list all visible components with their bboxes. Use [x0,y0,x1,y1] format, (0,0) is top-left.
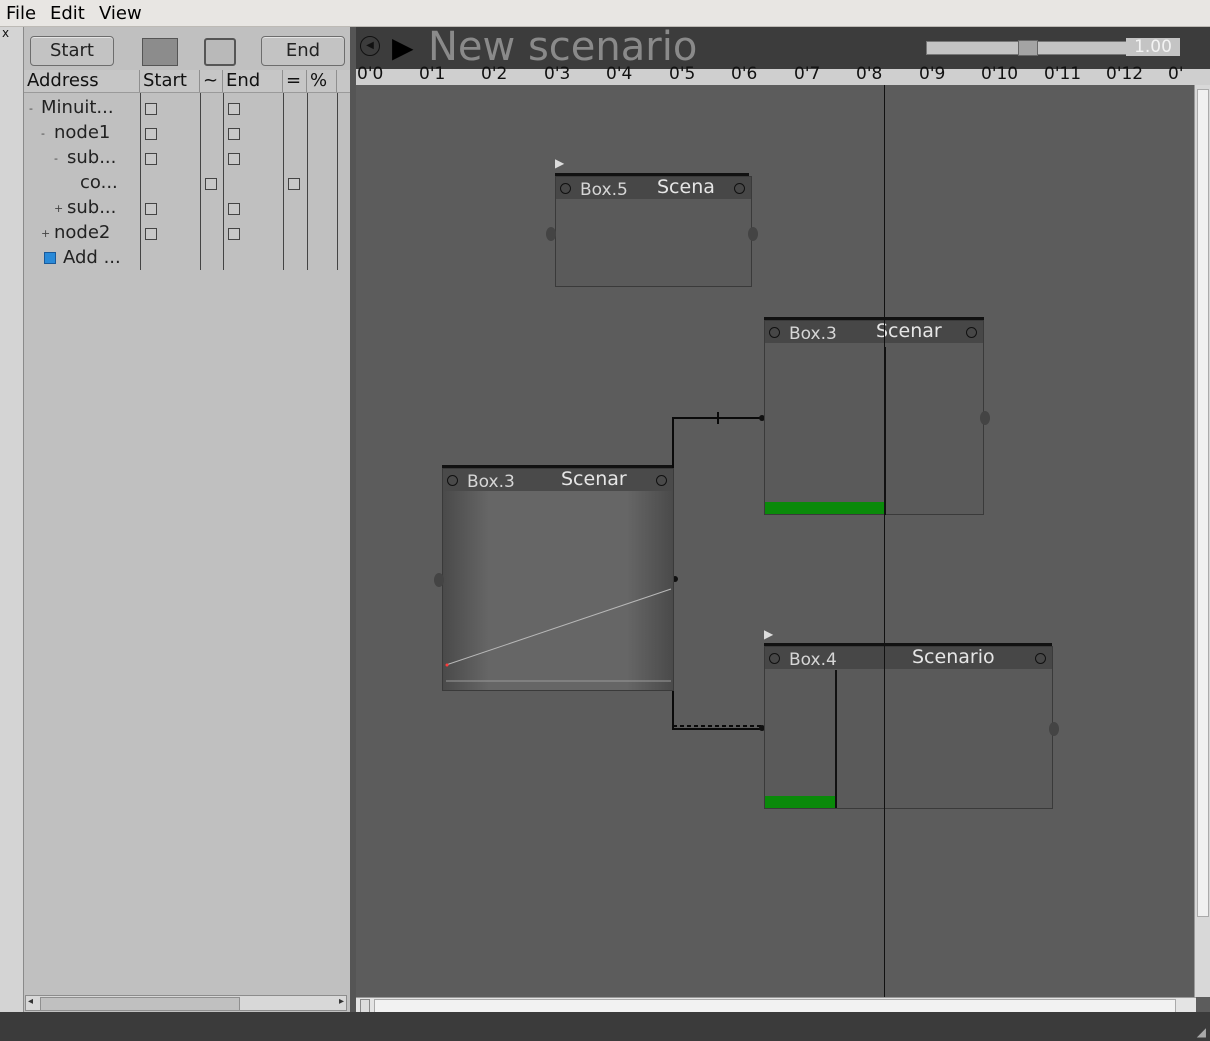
scenario-horizontal-scrollbar[interactable] [356,997,1196,1012]
box-rewind-icon[interactable] [769,653,780,664]
end-checkbox[interactable] [228,128,240,140]
end-checkbox[interactable] [228,153,240,165]
start-checkbox[interactable] [145,128,157,140]
curve-preview [445,588,672,682]
tree-label: co... [80,172,118,193]
box-header[interactable]: Box.3 Scenar [765,320,983,344]
end-checkbox[interactable] [228,228,240,240]
status-bar: ◢ [0,1012,1210,1041]
box-name: Box.4 [789,650,837,670]
box-left-handle[interactable] [546,227,556,241]
add-icon[interactable] [44,252,56,264]
box-cursor [835,670,837,808]
tree-row[interactable]: - node1 [24,122,351,146]
collapse-icon[interactable]: - [54,152,58,165]
scroll-left-icon[interactable]: ◂ [28,996,33,1007]
box-type: Scenar [876,320,942,342]
tree-label: node1 [54,122,111,143]
box-name: Box.5 [580,180,628,200]
tree-row[interactable]: - Minuit... [24,97,351,121]
tree-row[interactable]: + node2 [24,222,351,246]
column-equal[interactable]: = [283,70,307,92]
box-progress-bar [765,502,885,514]
tree-row[interactable]: + sub... [24,197,351,221]
column-address[interactable]: Address [24,70,140,92]
box-rewind-icon[interactable] [560,183,571,194]
address-panel-scrollbar[interactable]: ◂ ▸ [25,995,347,1011]
box-right-handle[interactable] [1049,722,1059,736]
end-checkbox[interactable] [288,178,300,190]
box-progress-bar [765,796,835,808]
scroll-left-icon[interactable] [360,999,370,1012]
expand-icon[interactable]: + [54,202,63,215]
color-swatch-filled[interactable] [142,38,178,66]
box-play-icon[interactable] [734,183,745,194]
scroll-right-icon[interactable]: ▸ [339,996,344,1007]
box-3-left[interactable]: Box.3 Scenar [442,468,674,691]
add-node-label: Add ... [63,247,121,268]
menu-bar: File Edit View [0,0,1210,27]
tree-header: Address Start ~ End = % [24,70,351,93]
end-checkbox[interactable] [228,103,240,115]
resize-grip-icon[interactable]: ◢ [1197,1025,1206,1039]
curve-point [445,663,449,667]
expand-icon[interactable]: + [41,227,50,240]
box-name: Box.3 [789,324,837,344]
dock-close-icon[interactable]: x [2,27,20,41]
start-checkbox[interactable] [145,203,157,215]
tree-label: node2 [54,222,111,243]
automation-curve [445,588,672,666]
start-checkbox[interactable] [205,178,217,190]
box-play-icon[interactable] [1035,653,1046,664]
scrollbar-thumb[interactable] [374,999,1176,1012]
column-end[interactable]: End [223,70,283,92]
box-rewind-icon[interactable] [769,327,780,338]
column-tilde[interactable]: ~ [200,70,223,92]
start-checkbox[interactable] [145,228,157,240]
start-checkbox[interactable] [145,103,157,115]
collapse-icon[interactable]: - [41,127,45,140]
scrollbar-thumb[interactable] [40,997,240,1011]
box-type: Scena [657,176,715,198]
tree-row[interactable]: co... [24,172,351,196]
menu-file[interactable]: File [6,3,36,24]
collapse-icon[interactable]: - [29,102,33,115]
box-right-handle[interactable] [748,227,758,241]
box-5[interactable]: Box.5 Scena [555,176,752,287]
relation-line[interactable] [672,579,762,730]
address-panel: Start End Address Start ~ End = % - Minu… [23,27,351,1012]
column-percent[interactable]: % [307,70,337,92]
menu-edit[interactable]: Edit [50,3,85,24]
color-swatch-empty[interactable] [204,38,236,66]
tree-row[interactable]: - sub... [24,147,351,171]
tree-label: sub... [67,197,117,218]
relation-line[interactable] [672,417,762,579]
box-right-handle[interactable] [980,411,990,425]
add-node-row[interactable]: Add ... [24,247,351,271]
box-play-icon[interactable] [966,327,977,338]
box-4[interactable]: Box.4 Scenario [764,646,1053,809]
box-trigger-icon[interactable]: ▶ [555,156,564,170]
scenario-view[interactable]: ◀ ▶ New scenario 1.00 0'0 0'1 0'2 0'3 0'… [356,27,1210,1012]
box-trigger-icon[interactable]: ▶ [764,627,773,641]
tree-label: sub... [67,147,117,168]
box-cursor [884,347,886,515]
column-start[interactable]: Start [140,70,200,92]
box-header[interactable]: Box.5 Scena [556,176,751,200]
scrollbar-thumb[interactable] [1197,89,1209,917]
tree-label: Minuit... [41,97,114,118]
menu-view[interactable]: View [99,3,142,24]
box-left-handle[interactable] [434,573,444,587]
box-3-upper[interactable]: Box.3 Scenar [764,320,984,515]
start-button[interactable]: Start [30,36,114,66]
scenario-vertical-scrollbar[interactable] [1194,85,1210,997]
end-checkbox[interactable] [228,203,240,215]
box-header[interactable]: Box.4 Scenario [765,646,1052,670]
box-type: Scenario [912,646,995,668]
playhead-line[interactable] [884,85,885,997]
end-button[interactable]: End [261,36,345,66]
start-checkbox[interactable] [145,153,157,165]
